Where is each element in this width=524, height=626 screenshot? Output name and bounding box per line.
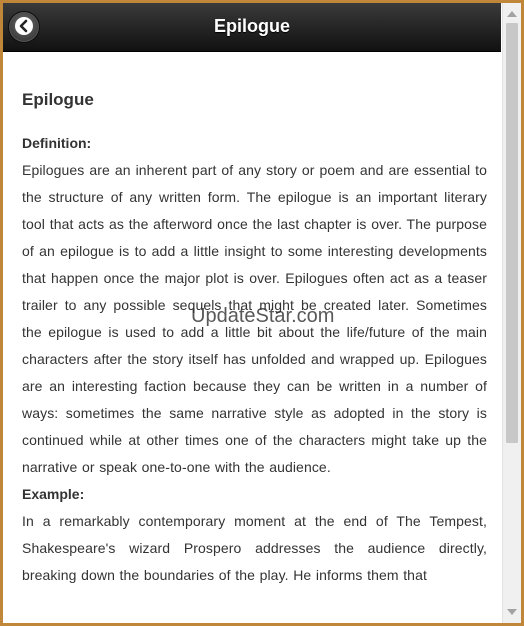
- header-bar: Epilogue: [3, 3, 501, 52]
- page-title: Epilogue: [214, 16, 290, 36]
- scrollbar-thumb[interactable]: [506, 23, 518, 443]
- arrow-up-icon[interactable]: [507, 11, 517, 17]
- definition-text: Epilogues are an inherent part of any st…: [22, 162, 487, 475]
- article-content: Epilogue Definition: Epilogues are an in…: [22, 52, 487, 623]
- article-heading: Epilogue: [22, 90, 94, 109]
- vertical-scrollbar[interactable]: [502, 3, 521, 623]
- arrow-down-icon[interactable]: [507, 609, 517, 615]
- definition-label: Definition:: [22, 135, 92, 151]
- app-window: Epilogue Epilogue Definition: Epilogues …: [3, 3, 521, 623]
- example-text: In a remarkably contemporary moment at t…: [22, 513, 487, 583]
- example-label: Example:: [22, 486, 85, 502]
